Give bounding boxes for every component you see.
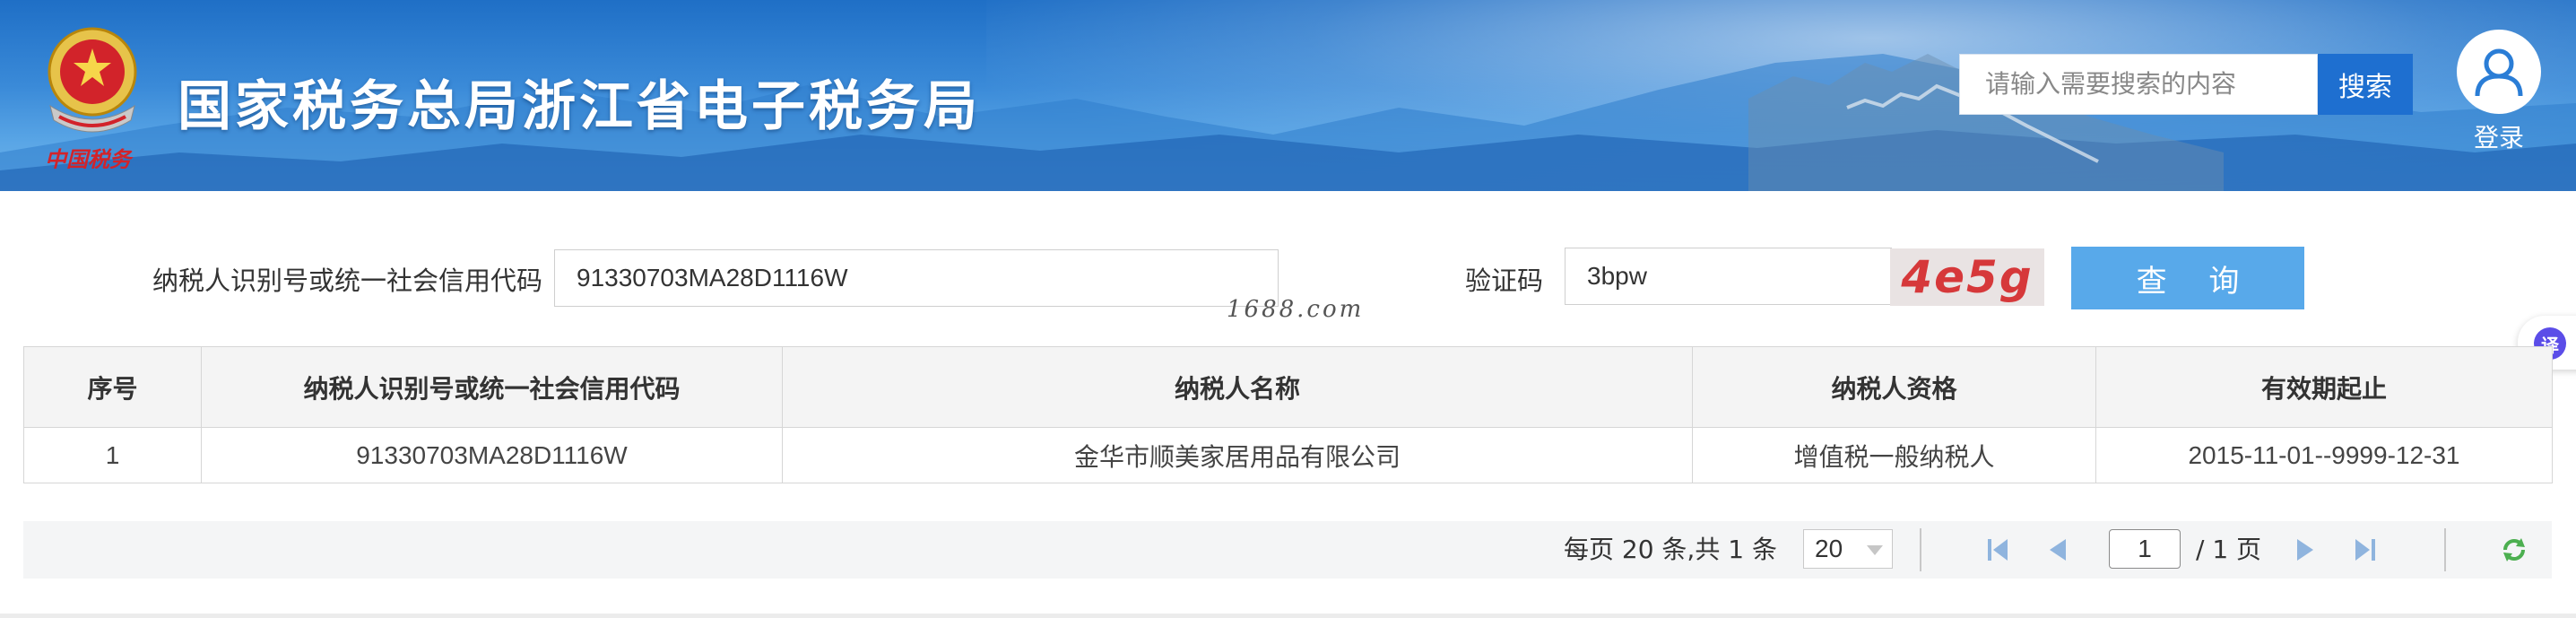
current-page-input[interactable] [2109,529,2181,569]
page-size-select[interactable]: 20 [1803,529,1893,569]
login-link[interactable]: 登录 [2457,118,2541,154]
bottom-divider [0,614,2576,618]
refresh-icon[interactable] [2500,535,2528,564]
captcha-image[interactable]: 4e5g [1890,248,2044,306]
column-header-index: 序号 [23,346,202,428]
next-page-icon[interactable] [2292,535,2320,564]
captcha-label: 验证码 [1465,265,1544,296]
column-header-taxpayer-name: 纳税人名称 [782,346,1693,428]
page-size-value: 20 [1815,535,1843,562]
pagination-bar: 每页 20 条,共 1 条 20 / 1 页 [23,521,2552,579]
pagination-info: 每页 20 条,共 1 条 [1564,535,1777,564]
cell-taxpayer-name: 金华市顺美家居用品有限公司 [782,427,1693,483]
pager-divider [1920,528,1921,571]
user-avatar-icon[interactable] [2457,30,2541,114]
cell-index: 1 [23,427,202,483]
watermark-text: 1688.com [1227,296,1365,323]
site-search-button[interactable]: 搜索 [2318,54,2413,115]
captcha-image-text: 4e5g [1901,251,2034,303]
table-row[interactable]: 1 91330703MA28D1116W 金华市顺美家居用品有限公司 增值税一般… [23,427,2553,483]
column-header-qualification: 纳税人资格 [1692,346,2096,428]
cell-taxpayer-id: 91330703MA28D1116W [201,427,783,483]
pager-divider [2444,528,2446,571]
taxpayer-id-input[interactable] [554,249,1279,307]
header-banner: 中国税务 国家税务总局浙江省电子税务局 搜索 登录 [0,0,2576,191]
cell-qualification: 增值税一般纳税人 [1692,427,2096,483]
column-header-validity: 有效期起止 [2095,346,2553,428]
captcha-input[interactable] [1565,248,1892,305]
taxpayer-id-label: 纳税人识别号或统一社会信用代码 [152,265,543,296]
user-icon [2475,48,2523,97]
total-pages-label: / 1 页 [2196,535,2262,564]
site-search-input[interactable] [1959,54,2318,115]
previous-page-icon[interactable] [2043,535,2071,564]
table-header-row: 序号 纳税人识别号或统一社会信用代码 纳税人名称 纳税人资格 有效期起止 [23,346,2553,428]
cell-validity: 2015-11-01--9999-12-31 [2095,427,2553,483]
result-table: 序号 纳税人识别号或统一社会信用代码 纳税人名称 纳税人资格 有效期起止 1 9… [23,346,2553,483]
column-header-taxpayer-id: 纳税人识别号或统一社会信用代码 [201,346,783,428]
first-page-icon[interactable] [1983,535,2012,564]
query-button[interactable]: 查 询 [2071,247,2304,309]
tax-emblem-logo: 中国税务 [45,27,137,169]
last-page-icon[interactable] [2351,535,2380,564]
dropdown-arrow-icon [1867,545,1883,555]
svg-text:中国税务: 中国税务 [45,146,134,169]
site-title: 国家税务总局浙江省电子税务局 [178,75,981,138]
